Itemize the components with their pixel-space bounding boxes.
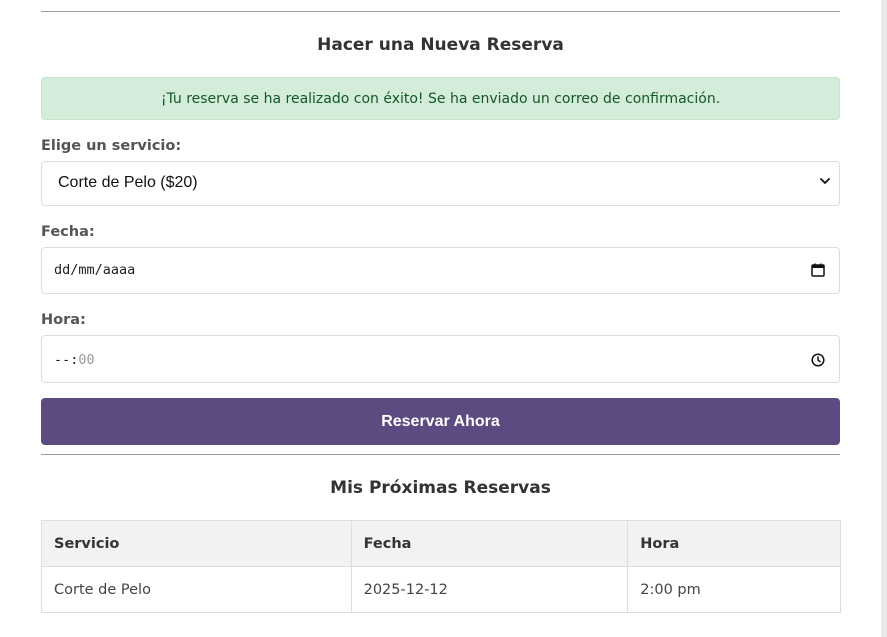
bookings-table: Servicio Fecha Hora Corte de Pelo 2025-1… [41, 520, 841, 613]
booking-date-cell: 2025-12-12 [350, 566, 629, 613]
time-hours-placeholder: -- [54, 352, 71, 368]
booking-time-cell: 2:00 pm [627, 566, 841, 613]
column-header-time: Hora [627, 520, 841, 567]
time-placeholder: --:00 [54, 352, 95, 368]
time-minutes-placeholder: 00 [78, 352, 95, 368]
reserve-now-button[interactable]: Reservar Ahora [41, 398, 840, 445]
table-row: Corte de Pelo 2025-12-12 2:00 pm [41, 566, 841, 613]
service-label: Elige un servicio: [41, 138, 182, 154]
success-alert: ¡Tu reserva se ha realizado con éxito! S… [41, 77, 840, 120]
section-divider [41, 454, 840, 455]
date-input[interactable]: dd/mm/aaaa [41, 247, 840, 294]
service-select[interactable]: Corte de Pelo ($20) [41, 161, 840, 206]
time-label: Hora: [41, 312, 86, 328]
clock-icon[interactable] [810, 352, 826, 368]
table-header-row: Servicio Fecha Hora [41, 520, 841, 567]
new-booking-heading: Hacer una Nueva Reserva [317, 35, 564, 55]
column-header-service: Servicio [41, 520, 352, 567]
column-header-date: Fecha [350, 520, 629, 567]
booking-service-cell: Corte de Pelo [41, 566, 352, 613]
calendar-icon[interactable] [810, 262, 826, 278]
service-selected-value: Corte de Pelo ($20) [58, 174, 198, 191]
date-placeholder: dd/mm/aaaa [54, 262, 136, 278]
reserve-now-label: Reservar Ahora [381, 412, 500, 430]
date-label: Fecha: [41, 224, 95, 240]
top-divider [41, 11, 840, 12]
time-input[interactable]: --:00 [41, 335, 840, 383]
upcoming-bookings-heading: Mis Próximas Reservas [330, 478, 551, 498]
page-scrollbar[interactable] [881, 0, 887, 637]
chevron-down-icon [820, 178, 830, 184]
booking-card: Hacer una Nueva Reserva ¡Tu reserva se h… [0, 0, 881, 637]
success-message: ¡Tu reserva se ha realizado con éxito! S… [160, 90, 721, 107]
